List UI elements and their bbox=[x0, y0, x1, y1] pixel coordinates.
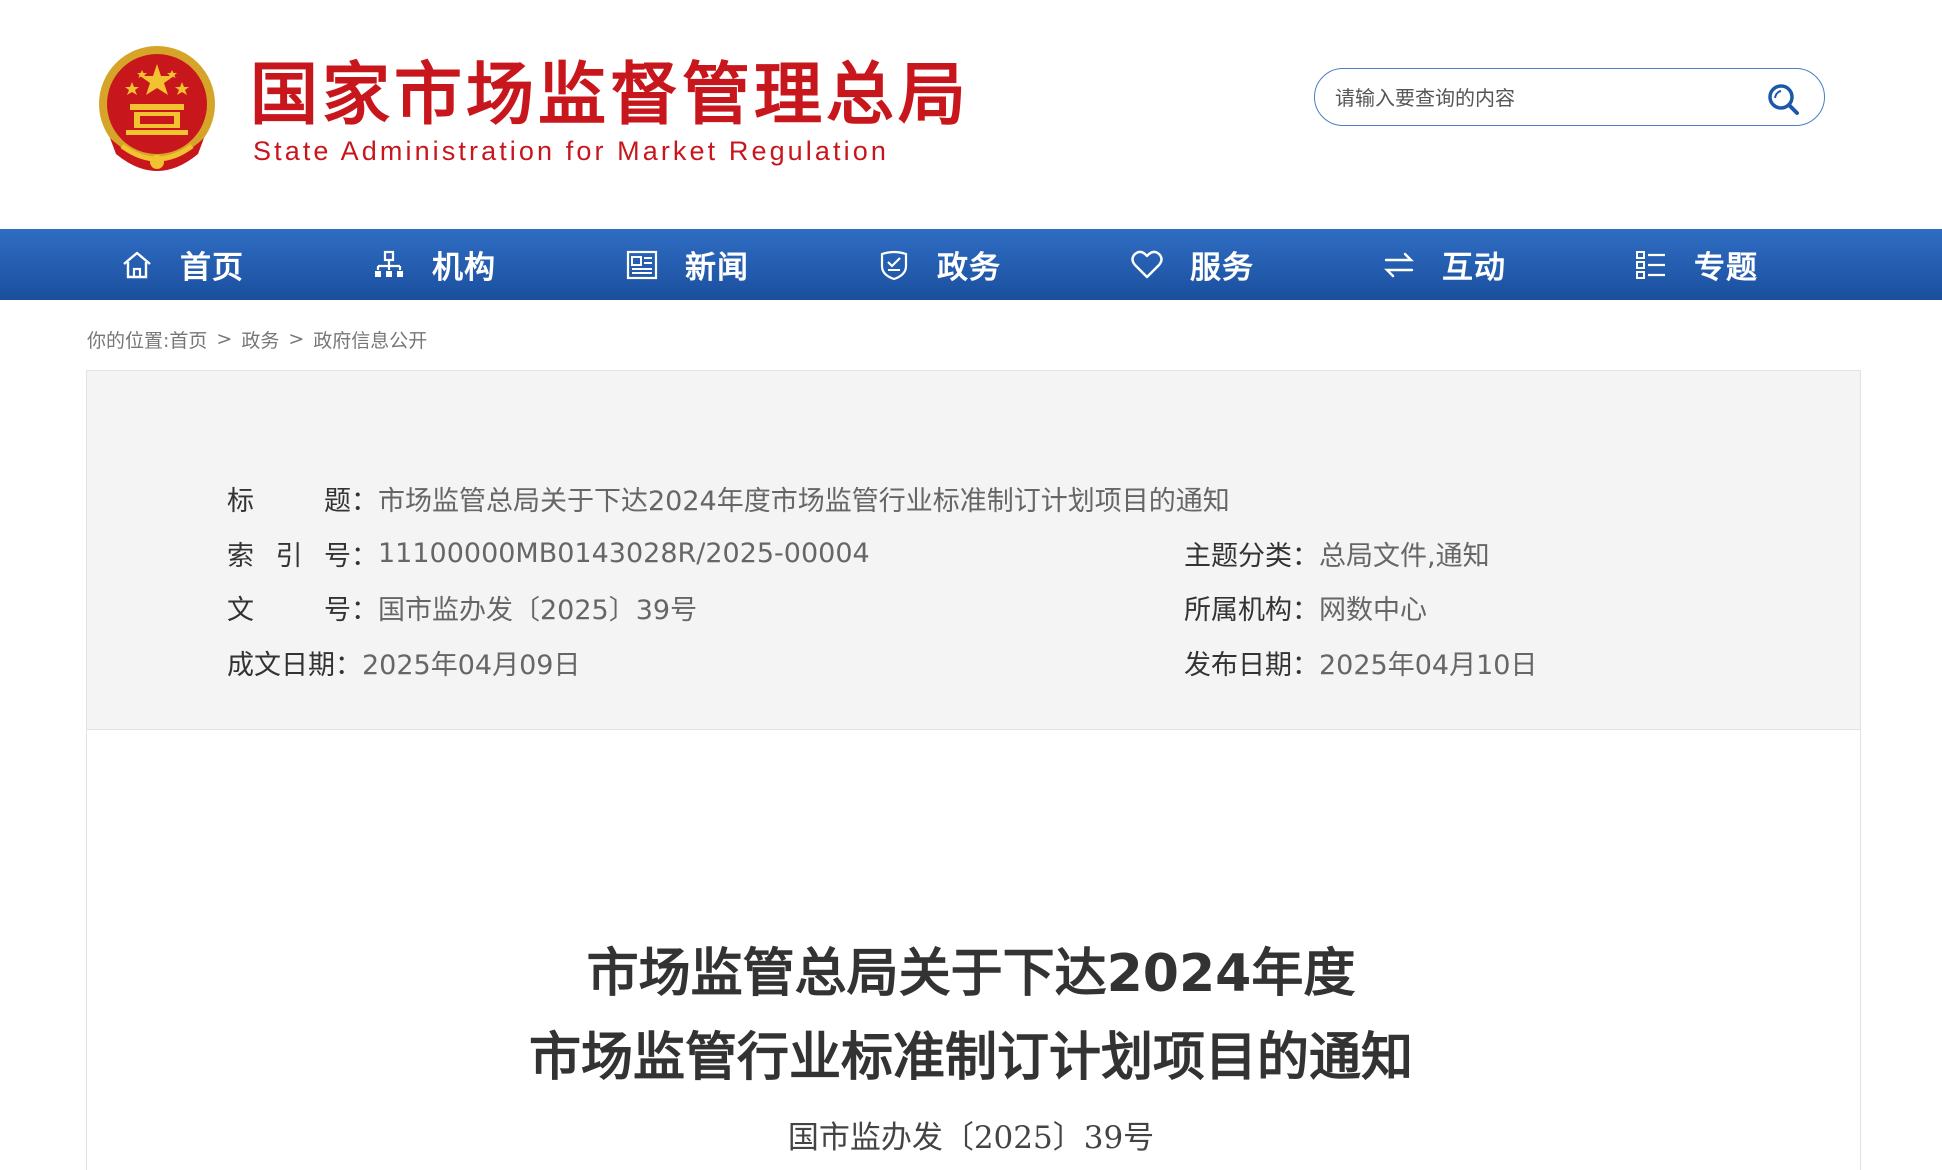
document-title-line-1: 市场监管总局关于下达2024年度 bbox=[586, 944, 1356, 1004]
info-row-docno: 文号 ： 国市监办发〔2025〕39号 bbox=[227, 587, 697, 627]
document-title-line-2: 市场监管行业标准制订计划项目的通知 bbox=[528, 1028, 1413, 1088]
info-value-index: 11100000MB0143028R/2025-00004 bbox=[378, 537, 870, 569]
info-colon: ： bbox=[351, 540, 378, 572]
info-label-docno: 文号 bbox=[227, 594, 351, 626]
info-row-index: 索引号 ： 11100000MB0143028R/2025-00004 bbox=[227, 533, 870, 573]
search-input[interactable] bbox=[1335, 81, 1745, 115]
breadcrumb-separator: > bbox=[288, 328, 305, 350]
info-value-category: 总局文件,通知 bbox=[1319, 540, 1490, 572]
heart-icon bbox=[1131, 250, 1163, 278]
main-nav: 首页 机构 新闻 政务 服务 互动 专题 bbox=[0, 229, 1942, 300]
info-colon: ： bbox=[1292, 540, 1319, 572]
info-row-category: 主题分类 ： 总局文件,通知 bbox=[1184, 533, 1490, 573]
search-icon[interactable] bbox=[1766, 82, 1800, 116]
info-colon: ： bbox=[1292, 649, 1319, 681]
info-value-created: 2025年04月09日 bbox=[362, 649, 581, 681]
list-icon bbox=[1636, 250, 1665, 279]
nav-label: 新闻 bbox=[685, 250, 749, 286]
info-label-title: 标题 bbox=[227, 485, 351, 517]
document-info-panel: 标题 ： 市场监管总局关于下达2024年度市场监管行业标准制订计划项目的通知 索… bbox=[86, 370, 1861, 730]
breadcrumb-separator: > bbox=[216, 328, 233, 350]
shield-icon bbox=[880, 250, 908, 280]
nav-label: 首页 bbox=[180, 250, 244, 286]
info-label-org: 所属机构 bbox=[1184, 594, 1292, 626]
info-value-published: 2025年04月10日 bbox=[1319, 649, 1538, 681]
info-row-created: 成文日期 ： 2025年04月09日 bbox=[227, 642, 580, 682]
info-label-published: 发布日期 bbox=[1184, 649, 1292, 681]
info-colon: ： bbox=[335, 649, 362, 681]
nav-item-services[interactable]: 服务 bbox=[1130, 229, 1254, 300]
exchange-arrows-icon bbox=[1384, 252, 1414, 277]
site-header: 国家市场监督管理总局 State Administration for Mark… bbox=[0, 0, 1942, 229]
search-box bbox=[1314, 68, 1825, 126]
info-value-title: 市场监管总局关于下达2024年度市场监管行业标准制订计划项目的通知 bbox=[378, 485, 1230, 517]
info-value-docno: 国市监办发〔2025〕39号 bbox=[378, 594, 698, 626]
nav-item-topics[interactable]: 专题 bbox=[1634, 229, 1758, 300]
info-label-category: 主题分类 bbox=[1184, 540, 1292, 572]
info-row-title: 标题 ： 市场监管总局关于下达2024年度市场监管行业标准制订计划项目的通知 bbox=[227, 478, 1230, 518]
home-icon bbox=[123, 251, 151, 278]
nav-item-home[interactable]: 首页 bbox=[120, 229, 244, 300]
info-colon: ： bbox=[1292, 594, 1319, 626]
org-chart-icon bbox=[375, 250, 403, 277]
nav-label: 专题 bbox=[1694, 250, 1758, 286]
brand-name-en[interactable]: State Administration for Market Regulati… bbox=[253, 134, 889, 168]
nav-item-org[interactable]: 机构 bbox=[372, 229, 496, 300]
newspaper-icon bbox=[626, 250, 658, 279]
nav-label: 政务 bbox=[937, 250, 1001, 286]
breadcrumb-gov-affairs[interactable]: 政务 bbox=[241, 326, 279, 353]
national-emblem-icon[interactable] bbox=[92, 42, 222, 178]
document-number: 国市监办发〔2025〕39号 bbox=[787, 1120, 1155, 1156]
info-colon: ： bbox=[351, 485, 378, 517]
info-colon: ： bbox=[351, 594, 378, 626]
info-row-published: 发布日期 ： 2025年04月10日 bbox=[1184, 642, 1537, 682]
nav-label: 机构 bbox=[432, 250, 496, 286]
info-label-created: 成文日期 bbox=[227, 649, 335, 681]
nav-item-interaction[interactable]: 互动 bbox=[1382, 229, 1506, 300]
info-row-org: 所属机构 ： 网数中心 bbox=[1184, 587, 1427, 627]
nav-label: 服务 bbox=[1190, 250, 1254, 286]
breadcrumb-info-disclosure[interactable]: 政府信息公开 bbox=[313, 326, 427, 353]
document-title: 市场监管总局关于下达2024年度 市场监管行业标准制订计划项目的通知 bbox=[0, 932, 1942, 1100]
info-value-org: 网数中心 bbox=[1319, 594, 1427, 626]
breadcrumb: 你的位置: 首页 > 政务 > 政府信息公开 bbox=[87, 324, 427, 354]
breadcrumb-home[interactable]: 首页 bbox=[169, 326, 207, 353]
nav-label: 互动 bbox=[1442, 250, 1506, 286]
breadcrumb-prefix: 你的位置: bbox=[87, 329, 170, 352]
nav-item-news[interactable]: 新闻 bbox=[625, 229, 749, 300]
brand-name-cn[interactable]: 国家市场监督管理总局 bbox=[250, 56, 970, 136]
info-label-index: 索引号 bbox=[227, 540, 351, 572]
nav-item-gov-affairs[interactable]: 政务 bbox=[877, 229, 1001, 300]
